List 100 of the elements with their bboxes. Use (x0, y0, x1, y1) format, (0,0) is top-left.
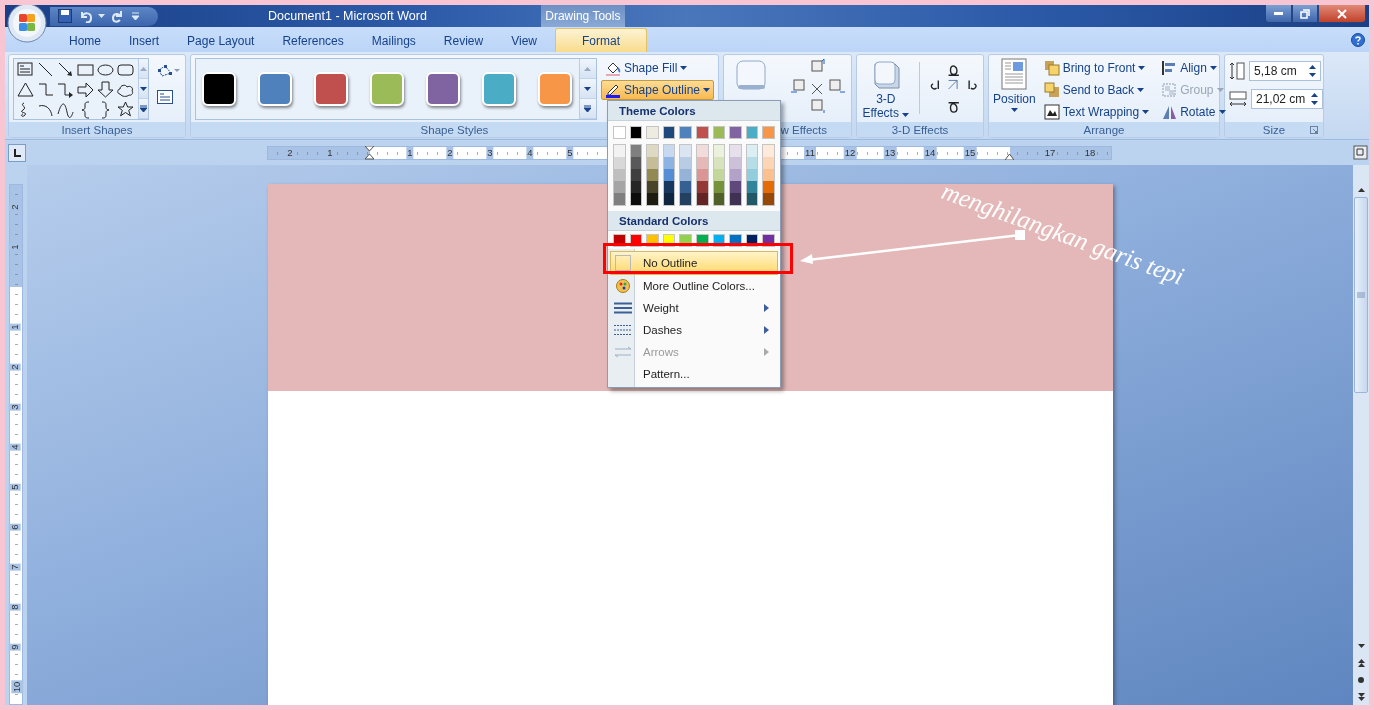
redo-icon[interactable] (111, 9, 125, 23)
color-swatch[interactable] (713, 193, 725, 205)
shadow-icon[interactable] (734, 58, 768, 92)
color-swatch[interactable] (630, 169, 642, 181)
menu-item[interactable]: Weight (610, 297, 778, 319)
style-swatch[interactable] (202, 72, 236, 106)
color-swatch[interactable] (763, 145, 774, 157)
color-swatch[interactable] (730, 193, 741, 205)
color-swatch[interactable] (695, 126, 709, 139)
color-swatch[interactable] (614, 181, 625, 193)
color-swatch[interactable] (614, 157, 625, 169)
elbow-arrow-icon[interactable] (56, 80, 75, 99)
color-swatch[interactable] (663, 145, 675, 157)
color-swatch[interactable] (713, 181, 725, 193)
color-swatch[interactable] (746, 157, 758, 169)
color-swatch[interactable] (630, 181, 642, 193)
color-swatch[interactable] (614, 145, 625, 157)
color-swatch[interactable] (745, 126, 759, 139)
color-swatch[interactable] (713, 145, 725, 157)
width-field[interactable]: 21,02 cm (1251, 89, 1323, 109)
arrange-button[interactable]: Send to Back (1039, 80, 1154, 100)
menu-item[interactable]: More Outline Colors... (610, 275, 778, 297)
customize-icon[interactable] (131, 12, 140, 20)
color-swatch[interactable] (630, 145, 642, 157)
color-swatch[interactable] (713, 169, 725, 181)
color-swatch[interactable] (680, 193, 691, 205)
color-swatch[interactable] (696, 181, 708, 193)
scrollbar[interactable] (1353, 165, 1369, 705)
down-arrow-icon[interactable] (96, 80, 115, 99)
restore-button[interactable] (1292, 5, 1318, 23)
edit-shape-icon[interactable] (157, 64, 181, 78)
color-swatch[interactable] (763, 157, 774, 169)
color-swatch[interactable] (646, 126, 659, 139)
color-swatch[interactable] (763, 169, 774, 181)
color-swatch[interactable] (614, 169, 625, 181)
color-swatch[interactable] (630, 157, 642, 169)
color-swatch[interactable] (696, 169, 708, 181)
color-swatch[interactable] (647, 181, 658, 193)
color-swatch[interactable] (746, 169, 758, 181)
color-swatch[interactable] (730, 157, 741, 169)
line-icon[interactable] (36, 60, 55, 79)
color-swatch[interactable] (730, 169, 741, 181)
color-swatch[interactable] (679, 126, 692, 139)
style-swatch[interactable] (314, 72, 348, 106)
ribbon-tab[interactable]: Insert (115, 29, 174, 52)
color-swatch[interactable] (730, 145, 741, 157)
arrange-button[interactable]: Align (1157, 58, 1230, 78)
color-swatch[interactable] (713, 157, 725, 169)
help-icon[interactable] (1351, 33, 1365, 47)
color-swatch[interactable] (696, 157, 708, 169)
color-swatch[interactable] (696, 193, 708, 205)
height-field[interactable]: 5,18 cm (1249, 61, 1321, 81)
color-swatch[interactable] (629, 126, 643, 139)
tab-selector[interactable] (8, 144, 26, 162)
ribbon-tab[interactable]: Mailings (357, 29, 430, 52)
color-swatch[interactable] (647, 193, 658, 205)
color-swatch[interactable] (763, 193, 774, 205)
ruler-toggle-icon[interactable] (1353, 145, 1369, 161)
arrange-button[interactable]: Bring to Front (1039, 58, 1154, 78)
save-icon[interactable] (58, 9, 72, 23)
style-swatch[interactable] (426, 72, 460, 106)
color-swatch[interactable] (647, 169, 658, 181)
color-swatch[interactable] (663, 181, 675, 193)
color-swatch[interactable] (763, 181, 774, 193)
color-swatch[interactable] (613, 126, 626, 139)
ribbon-tab[interactable]: References (268, 29, 358, 52)
ribbon-tab[interactable]: View (497, 29, 551, 52)
color-swatch[interactable] (647, 145, 658, 157)
color-swatch[interactable] (614, 193, 625, 205)
ribbon-tab[interactable]: Format (554, 28, 647, 52)
gallery-down-button[interactable] (579, 79, 596, 99)
menu-item[interactable]: Pattern... (610, 363, 778, 385)
arrange-button[interactable]: Rotate (1157, 102, 1230, 122)
color-swatch[interactable] (730, 181, 741, 193)
color-swatch[interactable] (712, 126, 726, 139)
vertical-ruler[interactable]: 2 1 1 2 3 4 5 6 7 8 9 10 (9, 184, 23, 705)
color-swatch[interactable] (746, 145, 758, 157)
minimize-button[interactable] (1265, 5, 1292, 23)
undo-icon[interactable] (78, 9, 92, 23)
style-swatch[interactable] (482, 72, 516, 106)
style-swatch[interactable] (370, 72, 404, 106)
shape-button[interactable]: Shape Outline (600, 80, 714, 100)
three-d-effects-button[interactable]: 3-D Effects (861, 58, 911, 120)
color-swatch[interactable] (680, 181, 691, 193)
ribbon-tab[interactable]: Page Layout (173, 29, 269, 52)
nudge-shadow-icon[interactable] (790, 58, 846, 116)
color-swatch[interactable] (762, 126, 775, 139)
gallery-more-button[interactable] (579, 99, 596, 119)
color-swatch[interactable] (746, 193, 758, 205)
gallery-more-button[interactable] (139, 99, 148, 119)
color-swatch[interactable] (663, 157, 675, 169)
shape-button[interactable]: Shape Fill (600, 58, 714, 78)
style-swatch[interactable] (258, 72, 292, 106)
color-swatch[interactable] (729, 126, 742, 139)
color-swatch[interactable] (680, 145, 691, 157)
color-swatch[interactable] (680, 169, 691, 181)
arrow-line-icon[interactable] (56, 60, 75, 79)
triangle-icon[interactable] (16, 80, 35, 99)
style-swatch[interactable] (538, 72, 572, 106)
color-swatch[interactable] (663, 169, 675, 181)
